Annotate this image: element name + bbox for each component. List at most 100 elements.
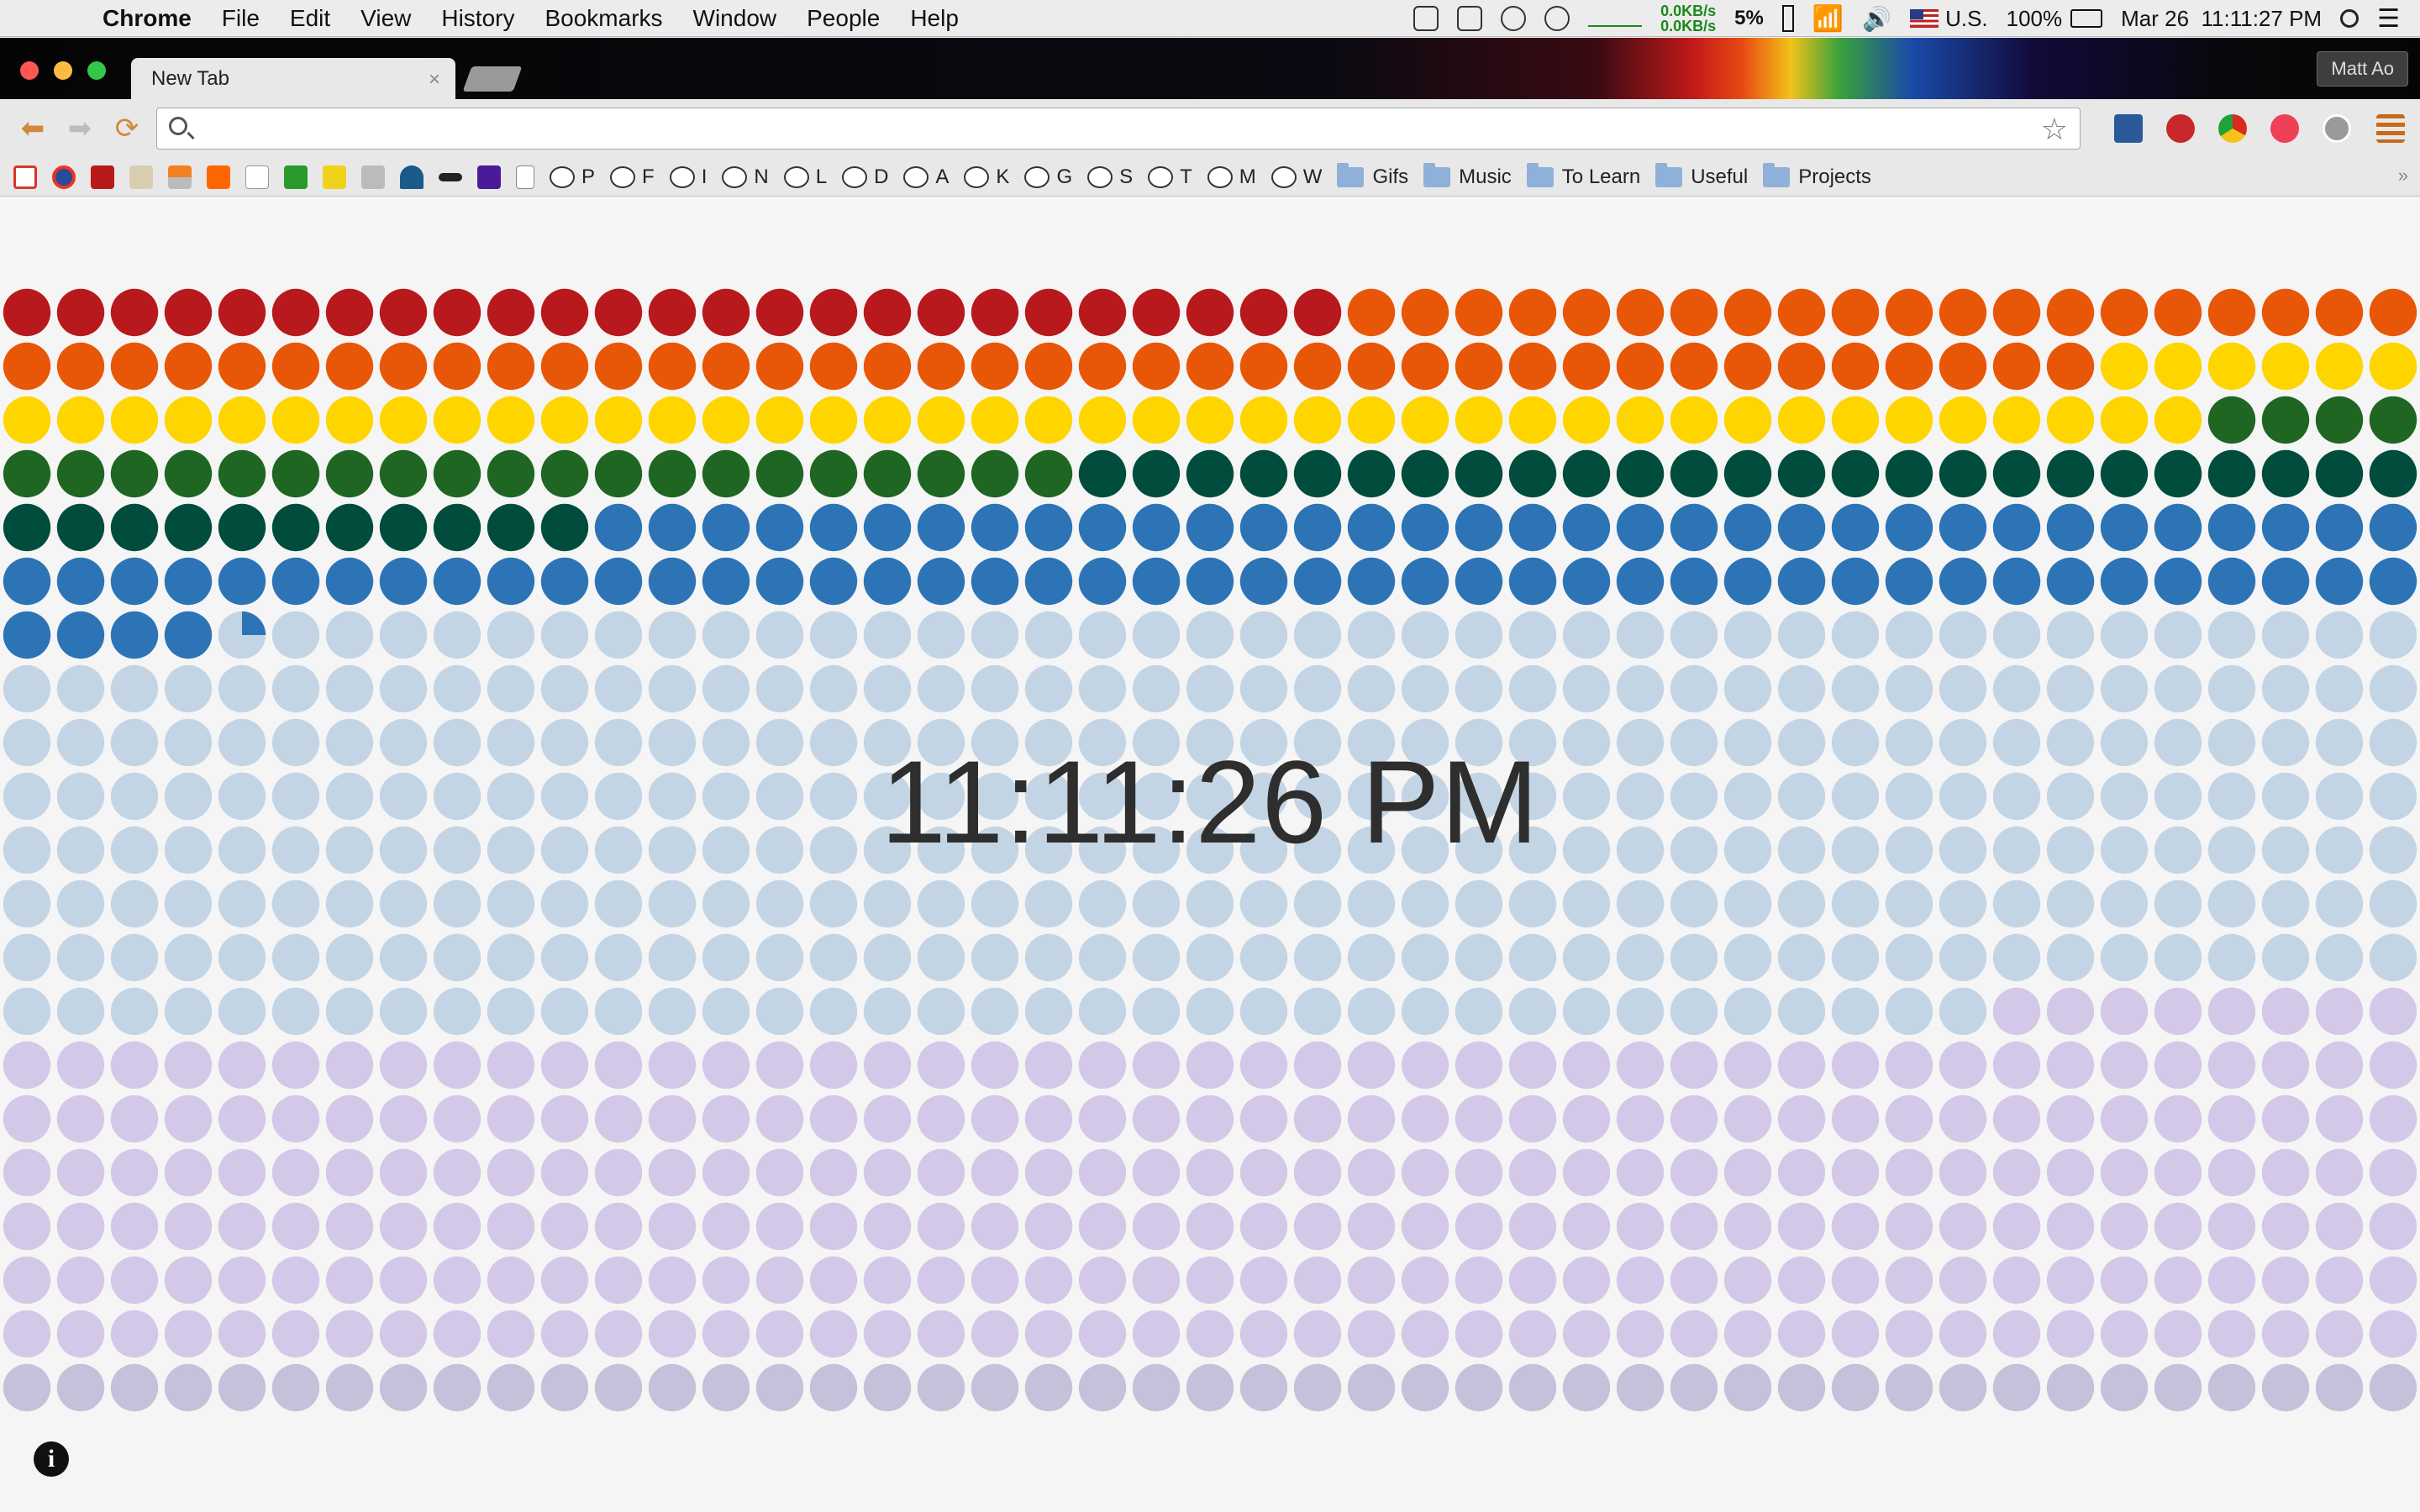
bookmark-reddit-p[interactable]: P xyxy=(550,165,595,189)
bookmark-gmail[interactable] xyxy=(13,165,37,189)
time-dot-filled xyxy=(1347,396,1396,444)
time-dot-empty xyxy=(1401,1095,1449,1143)
menu-bookmarks[interactable]: Bookmarks xyxy=(544,5,662,32)
time-dot-empty xyxy=(1186,611,1234,659)
memory-bar-icon[interactable] xyxy=(1781,5,1794,32)
notification-center-icon[interactable]: ☰ xyxy=(2377,4,2400,34)
chrome-menu-icon[interactable] xyxy=(2376,114,2405,143)
bookmark-td[interactable] xyxy=(284,165,308,189)
drive-status-icon[interactable] xyxy=(1457,6,1483,31)
spotlight-search-icon[interactable] xyxy=(2340,9,2360,28)
forward-button[interactable]: ➡ xyxy=(66,113,94,144)
time-dot-empty xyxy=(110,1310,159,1358)
bookmark-n[interactable] xyxy=(400,165,424,189)
time-dot-empty xyxy=(809,879,858,928)
bookmark-reddit-s[interactable]: S xyxy=(1087,165,1133,189)
time-dot-filled xyxy=(2207,449,2256,498)
minimize-window-button[interactable] xyxy=(54,61,72,80)
info-icon[interactable]: i xyxy=(34,1441,69,1477)
wifi-icon[interactable]: 📶 xyxy=(1812,4,1844,34)
extension-couch-icon[interactable] xyxy=(2166,114,2195,143)
time-dot-empty xyxy=(1723,1363,1772,1412)
profile-button[interactable]: Matt Ao xyxy=(2317,51,2408,87)
bookmark-star-icon[interactable]: ☆ xyxy=(2041,112,2068,147)
menu-app-chrome[interactable]: Chrome xyxy=(103,5,192,32)
disk-status-icon[interactable] xyxy=(1544,6,1570,31)
time-dot-filled xyxy=(487,557,535,606)
bookmark-reddit-n[interactable]: N xyxy=(722,165,769,189)
time-dot-filled xyxy=(594,503,643,552)
extension-pocket-icon[interactable] xyxy=(2270,114,2299,143)
back-button[interactable]: ⬅ xyxy=(18,113,47,144)
time-dot-filled xyxy=(218,288,266,337)
menu-file[interactable]: File xyxy=(222,5,260,32)
bookmark-reddit-k[interactable]: K xyxy=(964,165,1009,189)
bookmark-stack-overflow[interactable] xyxy=(168,165,192,189)
menu-view[interactable]: View xyxy=(360,5,411,32)
time-dot-filled xyxy=(110,611,159,659)
bookmark-reddit-d[interactable]: D xyxy=(842,165,888,189)
close-tab-icon[interactable]: × xyxy=(429,68,440,92)
menu-history[interactable]: History xyxy=(441,5,514,32)
bookmark-label: N xyxy=(754,165,769,188)
bookmark-ship[interactable] xyxy=(361,165,385,189)
menu-people[interactable]: People xyxy=(807,5,880,32)
tab-new-tab[interactable]: New Tab × xyxy=(131,58,455,100)
clock-menu[interactable]: Mar 26 11:11:27 PM xyxy=(2121,6,2322,32)
dropbox-status-icon[interactable] xyxy=(1413,6,1439,31)
extension-translate-icon[interactable] xyxy=(2114,114,2143,143)
time-dot-empty xyxy=(1885,987,1933,1036)
bookmark-hacker-news[interactable] xyxy=(207,165,230,189)
sync-status-icon[interactable] xyxy=(1501,6,1527,31)
battery-icon[interactable] xyxy=(2070,9,2103,28)
address-bar[interactable]: ☆ xyxy=(156,108,2081,150)
bookmark-goodreads[interactable] xyxy=(129,165,153,189)
time-dot-empty xyxy=(2154,933,2202,982)
bookmark-doc[interactable] xyxy=(516,165,534,189)
new-tab-button[interactable] xyxy=(462,66,523,92)
network-speed[interactable]: 0.0KB/s 0.0KB/s xyxy=(1660,3,1716,34)
bookmark-folder-gifs[interactable]: Gifs xyxy=(1337,162,1408,189)
bookmark-reddit-w[interactable]: W xyxy=(1270,165,1322,189)
time-dot-filled xyxy=(2315,396,2364,444)
time-dot-empty xyxy=(1078,1202,1127,1251)
volume-icon[interactable]: 🔊 xyxy=(1862,5,1891,33)
menu-edit[interactable]: Edit xyxy=(290,5,330,32)
reload-button[interactable]: ⟳ xyxy=(113,113,141,144)
bookmark-reddit-t[interactable]: T xyxy=(1148,165,1192,189)
time-dot-empty xyxy=(1723,1256,1772,1305)
battery-percent[interactable]: 100% xyxy=(2007,6,2063,32)
cpu-graph-icon[interactable] xyxy=(1588,25,1643,27)
extension-chromecast-icon[interactable] xyxy=(2218,114,2247,143)
cpu-usage[interactable]: 5% xyxy=(1734,7,1764,30)
address-input[interactable] xyxy=(199,113,2014,144)
close-window-button[interactable] xyxy=(20,61,39,80)
menu-help[interactable]: Help xyxy=(910,5,959,32)
bookmark-reddit-l[interactable]: L xyxy=(783,165,827,189)
input-source-label[interactable]: U.S. xyxy=(1945,6,1988,32)
zoom-window-button[interactable] xyxy=(87,61,106,80)
menu-window[interactable]: Window xyxy=(693,5,777,32)
bookmark-u[interactable] xyxy=(91,165,114,189)
bookmark-reddit-f[interactable]: F xyxy=(610,165,655,189)
bookmark-a16z[interactable] xyxy=(245,165,269,189)
bookmark-reddit-a[interactable]: A xyxy=(903,165,949,189)
bookmark-reddit-g[interactable]: G xyxy=(1024,165,1072,189)
bookmark-folder-to-learn[interactable]: To Learn xyxy=(1526,162,1640,189)
time-dot-filled xyxy=(1508,342,1557,391)
bookmark-iwt[interactable] xyxy=(323,165,346,189)
time-dot-empty xyxy=(1024,933,1073,982)
time-dot-empty xyxy=(594,1256,643,1305)
extension-adblock-icon[interactable] xyxy=(2323,114,2351,143)
bookmark-yahoo[interactable] xyxy=(477,165,501,189)
bookmark-reddit-m[interactable]: M xyxy=(1207,165,1256,189)
bookmark-folder-music[interactable]: Music xyxy=(1423,162,1512,189)
bookmark-folder-projects[interactable]: Projects xyxy=(1763,162,1871,189)
bookmark-news[interactable] xyxy=(52,165,76,189)
bookmarks-overflow-icon[interactable]: » xyxy=(2398,165,2408,186)
bookmark-folder-useful[interactable]: Useful xyxy=(1655,162,1748,189)
bookmark-reddit-i[interactable]: I xyxy=(669,165,707,189)
time-dot-empty xyxy=(1078,933,1127,982)
bookmark-mustache[interactable] xyxy=(439,172,462,181)
us-flag-icon[interactable] xyxy=(1910,9,1939,28)
